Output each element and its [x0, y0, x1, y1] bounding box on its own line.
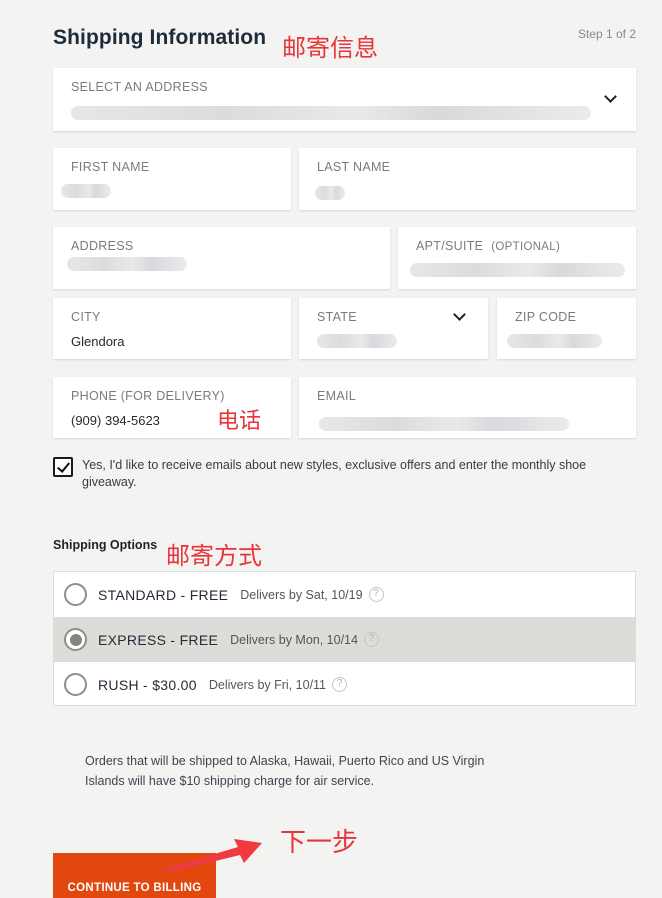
email-label: EMAIL	[317, 389, 357, 403]
option-name: EXPRESS - FREE	[98, 631, 219, 648]
shipping-option-rush[interactable]: RUSH - $30.00 Delivers by Fri, 10/11 ?	[54, 662, 635, 707]
option-name: STANDARD - FREE	[98, 586, 229, 603]
zip-label: ZIP CODE	[515, 310, 577, 324]
apt-suite-field[interactable]: APT/SUITE (OPTIONAL)	[398, 227, 636, 289]
shipping-option-standard[interactable]: STANDARD - FREE Delivers by Sat, 10/19 ?	[54, 572, 635, 617]
shipping-option-express[interactable]: EXPRESS - FREE Delivers by Mon, 10/14 ?	[54, 617, 635, 662]
help-icon[interactable]: ?	[332, 677, 348, 692]
radio-standard[interactable]	[64, 583, 87, 606]
address-select-label: SELECT AN ADDRESS	[71, 80, 208, 94]
state-select[interactable]: STATE	[299, 298, 488, 359]
radio-express[interactable]	[64, 628, 87, 651]
redacted-state	[317, 334, 397, 348]
phone-label: PHONE (FOR DELIVERY)	[71, 389, 225, 403]
step-indicator: Step 1 of 2	[577, 27, 636, 41]
radio-rush[interactable]	[64, 673, 87, 696]
redacted-first-name	[61, 184, 111, 198]
redacted-apt	[410, 263, 625, 277]
help-icon[interactable]: ?	[363, 632, 379, 647]
annotation-arrow-icon	[164, 839, 262, 873]
email-field[interactable]: EMAIL	[299, 377, 636, 438]
address-select[interactable]: SELECT AN ADDRESS	[53, 68, 636, 131]
address-field[interactable]: ADDRESS	[53, 227, 390, 289]
first-name-label: FIRST NAME	[71, 160, 150, 174]
last-name-label: LAST NAME	[317, 160, 391, 174]
optional-tag: (OPTIONAL)	[491, 241, 561, 253]
redacted-address-value	[71, 106, 591, 120]
shipping-options-heading: Shipping Options	[53, 538, 158, 552]
annotation-next-step: 下一步	[280, 828, 359, 858]
chevron-down-icon	[453, 308, 466, 321]
state-label: STATE	[317, 310, 357, 324]
city-label: CITY	[71, 310, 101, 324]
page-title: Shipping Information	[53, 26, 267, 49]
apt-suite-label: APT/SUITE (OPTIONAL)	[416, 239, 560, 253]
newsletter-text: Yes, I'd like to receive emails about ne…	[82, 458, 587, 489]
annotation-shipping-method: 邮寄方式	[166, 542, 262, 570]
redacted-email	[319, 417, 569, 431]
option-name: RUSH - $30.00	[98, 676, 197, 693]
annotation-shipping-info: 邮寄信息	[282, 34, 378, 62]
last-name-field[interactable]: LAST NAME	[299, 148, 636, 210]
city-value: Glendora	[71, 334, 125, 349]
shipping-options-list: STANDARD - FREE Delivers by Sat, 10/19 ?…	[53, 571, 636, 706]
redacted-address	[67, 257, 187, 271]
annotation-phone: 电话	[217, 409, 262, 434]
first-name-field[interactable]: FIRST NAME	[53, 148, 291, 210]
phone-value: (909) 394-5623	[71, 413, 160, 428]
redacted-last-name	[315, 186, 345, 200]
chevron-down-icon	[604, 90, 617, 103]
option-date: Delivers by Sat, 10/19	[240, 587, 363, 602]
city-field[interactable]: CITY Glendora	[53, 298, 291, 359]
newsletter-checkbox[interactable]	[53, 457, 73, 477]
option-date: Delivers by Fri, 10/11	[208, 677, 327, 692]
address-label: ADDRESS	[71, 239, 134, 253]
phone-field[interactable]: PHONE (FOR DELIVERY) (909) 394-5623 电话	[53, 377, 291, 438]
apt-suite-label-text: APT/SUITE	[416, 239, 484, 253]
redacted-zip	[507, 334, 602, 348]
zip-field[interactable]: ZIP CODE	[497, 298, 636, 359]
option-date: Delivers by Mon, 10/14	[230, 632, 358, 647]
help-icon[interactable]: ?	[368, 587, 384, 602]
shipping-note: Orders that will be shipped to Alaska, H…	[85, 754, 485, 788]
